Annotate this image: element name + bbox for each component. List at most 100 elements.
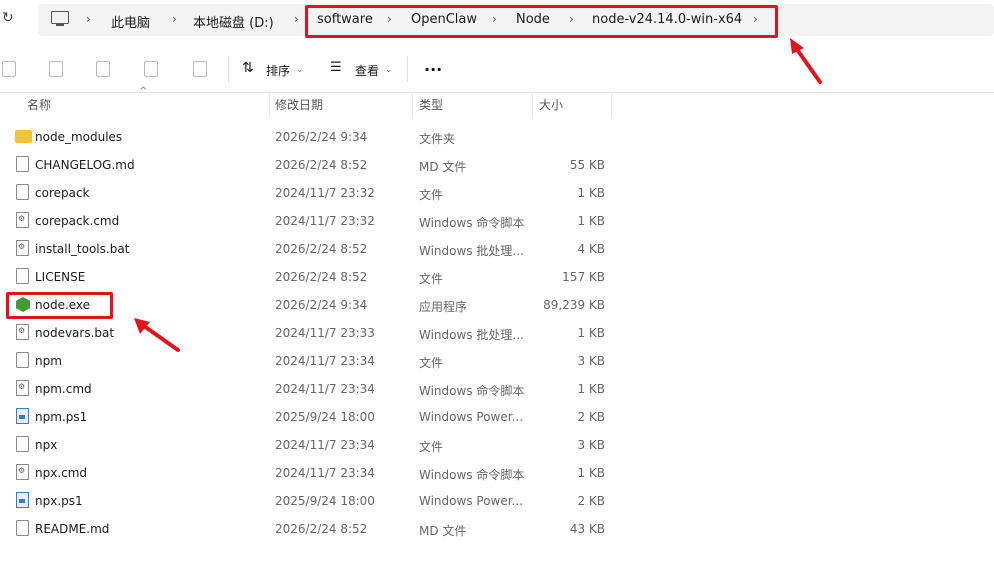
file-name: npm.cmd [35, 382, 92, 396]
more-options-button[interactable]: ... [424, 56, 442, 75]
file-type: 应用程序 [419, 300, 468, 314]
toolbar-divider [407, 56, 408, 82]
file-type: Windows Power... [419, 410, 524, 424]
file-date: 2024/11/7 23:33 [275, 326, 375, 340]
file-type: 文件 [419, 188, 444, 202]
file-type: MD 文件 [419, 160, 467, 174]
file-name: npm [35, 354, 62, 368]
file-date: 2024/11/7 23:32 [275, 214, 375, 228]
file-row[interactable]: CHANGELOG.md 2026/2/24 8:52 MD 文件 55 KB [0, 151, 994, 179]
share-icon[interactable] [144, 61, 158, 77]
column-divider[interactable] [532, 93, 533, 117]
cut-icon[interactable] [2, 61, 16, 77]
column-header-name[interactable]: 名称 [27, 96, 51, 113]
column-divider[interactable] [269, 93, 270, 117]
file-type: Windows 命令脚本 [419, 468, 525, 482]
folder-icon [15, 130, 32, 143]
file-size: 1 KB [577, 186, 605, 200]
copy-icon[interactable] [49, 61, 63, 77]
column-divider[interactable] [611, 93, 612, 117]
file-size: 4 KB [577, 242, 605, 256]
file-name: corepack [35, 186, 90, 200]
file-icon [16, 520, 29, 536]
view-icon[interactable]: ☰ [330, 60, 342, 75]
column-header-type[interactable]: 类型 [419, 96, 443, 113]
file-icon [16, 156, 29, 172]
file-name: npx [35, 438, 58, 452]
file-size: 2 KB [577, 494, 605, 508]
file-size: 1 KB [577, 382, 605, 396]
file-name: install_tools.bat [35, 242, 130, 256]
file-type: 文件 [419, 356, 444, 370]
file-icon [16, 268, 29, 284]
toolbar-divider [228, 56, 229, 82]
file-type: Windows 批处理... [419, 328, 524, 342]
sort-button[interactable]: 排序 [266, 62, 290, 79]
sort-indicator-icon: ^ [139, 86, 148, 97]
file-size: 3 KB [577, 354, 605, 368]
file-row[interactable]: corepack 2024/11/7 23:32 文件 1 KB [0, 179, 994, 207]
file-name: npx.ps1 [35, 494, 83, 508]
rename-icon[interactable] [96, 61, 110, 77]
computer-icon [51, 11, 69, 26]
file-date: 2026/2/24 8:52 [275, 242, 368, 256]
script-icon [16, 464, 29, 480]
sort-icon[interactable]: ⇅ [242, 60, 254, 76]
file-date: 2024/11/7 23:34 [275, 466, 375, 480]
file-type: 文件 [419, 272, 444, 286]
file-size: 2 KB [577, 410, 605, 424]
file-name: LICENSE [35, 270, 86, 284]
file-icon [16, 436, 29, 452]
breadcrumb-drive-d[interactable]: 本地磁盘 (D:) [193, 12, 274, 31]
refresh-icon[interactable]: ↻ [2, 10, 14, 26]
file-row[interactable]: node_modules 2026/2/24 9:34 文件夹 [0, 123, 994, 151]
file-size: 43 KB [569, 522, 605, 536]
file-row[interactable]: corepack.cmd 2024/11/7 23:32 Windows 命令脚本 1… [0, 207, 994, 235]
file-type: 文件 [419, 440, 444, 454]
file-name: npx.cmd [35, 466, 88, 480]
chevron-down-icon[interactable]: ⌄ [385, 65, 393, 75]
file-type: Windows 批处理... [419, 244, 524, 258]
file-row[interactable]: README.md 2026/2/24 8:52 MD 文件 43 KB [0, 515, 994, 543]
file-row[interactable]: npm.ps1 2025/9/24 18:00 Windows Power... 2 … [0, 403, 994, 431]
script-icon [16, 380, 29, 396]
column-header-date[interactable]: 修改日期 [275, 96, 323, 113]
file-name: nodevars.bat [35, 326, 115, 340]
file-name: CHANGELOG.md [35, 158, 135, 172]
file-date: 2024/11/7 23:34 [275, 354, 375, 368]
node-exe-highlight-box [6, 292, 113, 319]
chevron-right-icon[interactable]: › [172, 12, 177, 26]
file-name: README.md [35, 522, 110, 536]
column-header-size[interactable]: 大小 [539, 96, 563, 113]
file-date: 2024/11/7 23:34 [275, 438, 375, 452]
file-row[interactable]: npx 2024/11/7 23:34 文件 3 KB [0, 431, 994, 459]
powershell-icon [16, 492, 29, 508]
file-row[interactable]: install_tools.bat 2026/2/24 8:52 Windows 批… [0, 235, 994, 263]
script-icon [16, 212, 29, 228]
file-size: 55 KB [569, 158, 605, 172]
chevron-right-icon[interactable]: › [86, 12, 91, 26]
file-size: 89,239 KB [543, 298, 605, 312]
file-date: 2026/2/24 8:52 [275, 270, 368, 284]
file-date: 2026/2/24 8:52 [275, 158, 368, 172]
file-type: MD 文件 [419, 524, 467, 538]
file-row[interactable]: LICENSE 2026/2/24 8:52 文件 157 KB [0, 263, 994, 291]
file-row[interactable]: npm.cmd 2024/11/7 23:34 Windows 命令脚本 1 KB [0, 375, 994, 403]
breadcrumb-this-pc[interactable]: 此电脑 [111, 12, 150, 31]
file-size: 3 KB [577, 438, 605, 452]
script-icon [16, 324, 29, 340]
chevron-right-icon[interactable]: › [294, 12, 299, 26]
file-date: 2024/11/7 23:32 [275, 186, 375, 200]
powershell-icon [16, 408, 29, 424]
chevron-down-icon[interactable]: ⌄ [296, 65, 304, 75]
file-size: 1 KB [577, 326, 605, 340]
command-bar: ⇅ 排序 ⌄ ☰ 查看 ⌄ ... [0, 46, 994, 93]
column-divider[interactable] [412, 93, 413, 117]
file-type: Windows Power... [419, 494, 524, 508]
file-size: 1 KB [577, 214, 605, 228]
file-size: 157 KB [562, 270, 605, 284]
file-row[interactable]: npx.cmd 2024/11/7 23:34 Windows 命令脚本 1 KB [0, 459, 994, 487]
file-row[interactable]: npx.ps1 2025/9/24 18:00 Windows Power... 2 … [0, 487, 994, 515]
view-button[interactable]: 查看 [355, 62, 379, 79]
delete-icon[interactable] [193, 61, 207, 77]
